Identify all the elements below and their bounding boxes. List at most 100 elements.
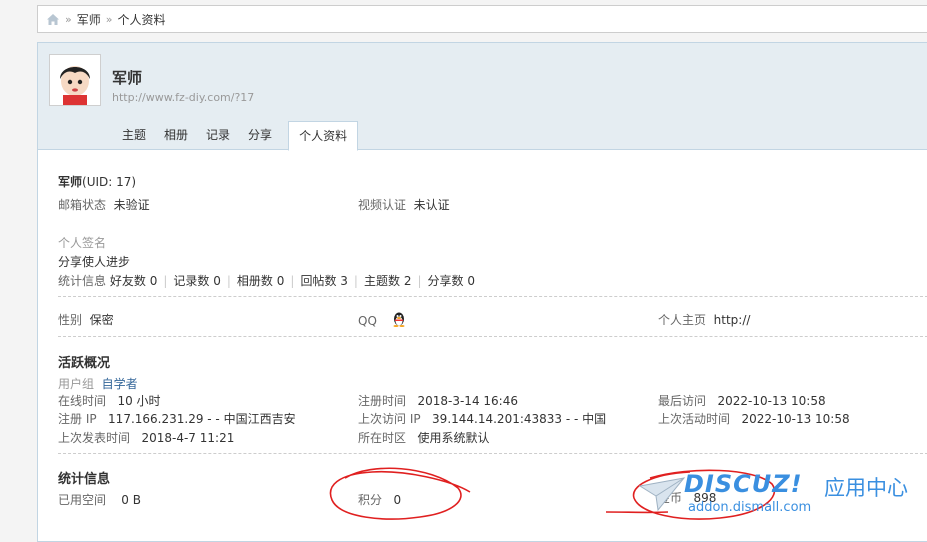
stat-threads-value: 2 xyxy=(403,274,412,288)
activity-title: 活跃概况 xyxy=(58,356,111,371)
last-ip: 上次访问 IP 39.144.14.201:43833 - - 中国 xyxy=(358,410,606,427)
timezone-value: 使用系统默认 xyxy=(417,431,490,445)
discuz-watermark: DISCUZ! 应用中心 addon.dismall.com xyxy=(628,470,918,522)
stat-replies-value: 3 xyxy=(340,274,348,288)
breadcrumb-separator: » xyxy=(105,12,113,26)
last-visit: 最后访问 2022-10-13 10:58 xyxy=(658,392,826,409)
last-ip-value: 39.144.14.201:43833 - - 中国 xyxy=(432,412,607,426)
watermark-logo: DISCUZ! xyxy=(684,470,803,498)
email-status: 邮箱状态 未验证 xyxy=(58,196,150,213)
video-auth-label: 视频认证 xyxy=(358,198,407,212)
divider xyxy=(58,453,927,454)
last-post: 上次发表时间 2018-4-7 11:21 xyxy=(58,429,234,446)
register-ip-value: 117.166.231.29 - - 中国江西吉安 xyxy=(108,412,296,426)
stat-threads-label: 主题数 xyxy=(363,274,400,288)
paper-plane-icon xyxy=(638,477,686,512)
basic-username: 军师 xyxy=(58,175,83,189)
user-group: 用户组 自学者 xyxy=(58,375,138,392)
home-icon[interactable] xyxy=(46,13,60,26)
used-space: 已用空间 0 B xyxy=(58,491,141,508)
tab-records[interactable]: 记录 xyxy=(198,121,238,150)
stat-shares[interactable]: 分享数 0 xyxy=(428,274,475,288)
online-time: 在线时间 10 小时 xyxy=(58,392,161,409)
last-active-value: 2022-10-13 10:58 xyxy=(741,412,850,426)
stats-line: 统计信息 好友数 0 | 记录数 0 | 相册数 0 | 回帖数 3 | 主题数 2 | 分享数 0 xyxy=(58,274,475,288)
stat-replies-label: 回帖数 xyxy=(300,274,337,288)
stat-shares-label: 分享数 xyxy=(427,274,464,288)
online-time-value: 10 小时 xyxy=(117,394,161,408)
divider xyxy=(58,296,927,297)
online-time-label: 在线时间 xyxy=(58,394,107,408)
stat-albums-value: 0 xyxy=(276,274,285,288)
last-ip-label: 上次访问 IP xyxy=(358,412,421,426)
stat-replies[interactable]: 回帖数 3 xyxy=(300,274,347,288)
video-auth-value: 未认证 xyxy=(413,198,450,212)
profile-header: 军师 http://www.fz-diy.com/?17 主题 相册 记录 分享… xyxy=(38,43,927,151)
qq-label: QQ xyxy=(358,314,377,328)
homepage-link[interactable]: http:// xyxy=(714,313,751,327)
stat-threads[interactable]: 主题数 2 xyxy=(364,274,411,288)
stat-records-label: 记录数 xyxy=(173,274,210,288)
register-ip-label: 注册 IP xyxy=(58,412,97,426)
video-auth: 视频认证 未认证 xyxy=(358,196,450,213)
user-group-label: 用户组 xyxy=(58,377,95,391)
basic-uid: (UID: 17) xyxy=(82,175,137,189)
used-space-value: 0 B xyxy=(121,493,141,507)
points-label: 积分 xyxy=(358,493,383,507)
stat-albums[interactable]: 相册数 0 xyxy=(237,274,284,288)
last-post-label: 上次发表时间 xyxy=(58,431,131,445)
stats-label: 统计信息 xyxy=(58,274,107,288)
points: 积分 0 xyxy=(358,491,401,508)
stat-albums-label: 相册数 xyxy=(236,274,273,288)
profile-username: 军师 xyxy=(112,69,143,87)
last-post-value: 2018-4-7 11:21 xyxy=(141,431,235,445)
user-group-link[interactable]: 自学者 xyxy=(102,377,138,391)
tab-profile[interactable]: 个人资料 xyxy=(288,121,359,151)
gender-value: 保密 xyxy=(89,313,114,327)
register-time-label: 注册时间 xyxy=(358,394,407,408)
register-time: 注册时间 2018-3-14 16:46 xyxy=(358,392,518,409)
breadcrumb-separator: » xyxy=(65,12,72,26)
profile-panel: 军师 http://www.fz-diy.com/?17 主题 相册 记录 分享… xyxy=(37,42,927,542)
timezone-label: 所在时区 xyxy=(358,431,407,445)
breadcrumb: » 军师 » 个人资料 xyxy=(37,5,927,33)
register-time-value: 2018-3-14 16:46 xyxy=(417,394,518,408)
stat-friends[interactable]: 好友数 0 xyxy=(110,274,157,288)
last-active: 上次活动时间 2022-10-13 10:58 xyxy=(658,410,850,427)
watermark-url: addon.dismall.com xyxy=(688,500,812,515)
tab-threads[interactable]: 主题 xyxy=(114,121,154,150)
timezone: 所在时区 使用系统默认 xyxy=(358,429,489,446)
profile-tabs: 主题 相册 记录 分享 个人资料 xyxy=(114,121,360,151)
basic-name-line: 军师(UID: 17) xyxy=(58,173,136,190)
homepage: 个人主页 http:// xyxy=(658,311,750,328)
last-visit-value: 2022-10-13 10:58 xyxy=(717,394,826,408)
tab-share[interactable]: 分享 xyxy=(240,121,280,150)
stat-friends-value: 0 xyxy=(149,274,158,288)
stat-records[interactable]: 记录数 0 xyxy=(173,274,220,288)
signature-value: 分享使人进步 xyxy=(58,255,131,269)
stat-shares-value: 0 xyxy=(467,274,475,288)
qq-penguin-icon[interactable] xyxy=(392,311,406,330)
homepage-label: 个人主页 xyxy=(658,313,707,327)
email-status-value: 未验证 xyxy=(113,198,150,212)
signature-label: 个人签名 xyxy=(58,236,107,250)
gender-label: 性别 xyxy=(58,313,83,327)
profile-url[interactable]: http://www.fz-diy.com/?17 xyxy=(112,91,254,104)
used-space-label: 已用空间 xyxy=(58,493,107,507)
statistics-title: 统计信息 xyxy=(58,472,111,487)
last-visit-label: 最后访问 xyxy=(658,394,707,408)
breadcrumb-user-link[interactable]: 军师 xyxy=(77,11,101,28)
watermark-cn: 应用中心 xyxy=(824,476,908,500)
tab-album[interactable]: 相册 xyxy=(156,121,196,150)
stat-records-value: 0 xyxy=(213,274,221,288)
gender: 性别 保密 xyxy=(58,311,114,328)
register-ip: 注册 IP 117.166.231.29 - - 中国江西吉安 xyxy=(58,410,296,427)
qq: QQ xyxy=(358,311,406,330)
points-value: 0 xyxy=(393,493,402,507)
last-active-label: 上次活动时间 xyxy=(658,412,731,426)
email-status-label: 邮箱状态 xyxy=(58,198,107,212)
divider xyxy=(58,336,927,337)
avatar[interactable] xyxy=(49,54,101,106)
breadcrumb-current: 个人资料 xyxy=(117,12,166,27)
stat-friends-label: 好友数 xyxy=(109,274,146,288)
